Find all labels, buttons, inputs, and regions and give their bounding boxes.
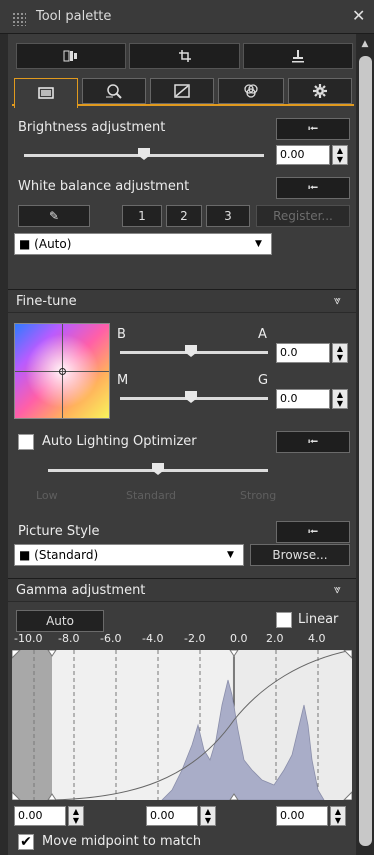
gamma-left-spinner[interactable]: ▲ ▼	[68, 806, 84, 826]
eyedropper-icon: ✎	[48, 209, 60, 223]
left-clip-region	[12, 650, 52, 800]
collapse-chevron-icon[interactable]: ⩔	[334, 582, 341, 597]
alo-reset-button[interactable]: ⭰	[276, 431, 350, 453]
stamp-icon	[292, 50, 304, 63]
scale-tick: -4.0	[142, 632, 164, 645]
lens-correction-icon	[106, 84, 122, 99]
gamma-right-value-field[interactable]: 0.00	[276, 806, 328, 826]
reset-arrow-icon: ⭰	[307, 434, 319, 450]
m-label: M	[117, 373, 129, 388]
a-label: A	[258, 327, 267, 342]
white-balance-select[interactable]: ■ (Auto) ▼	[14, 233, 272, 255]
move-midpoint-label: Move midpoint to match	[42, 834, 202, 849]
fine-tune-color-grid[interactable]	[14, 323, 110, 419]
title-bar[interactable]: Tool palette ✕	[0, 0, 374, 34]
reset-arrow-icon: ⭰	[307, 121, 319, 137]
white-balance-reset-button[interactable]: ⭰	[276, 177, 350, 199]
camera-icon: ■	[19, 237, 31, 251]
white-balance-label: White balance adjustment	[18, 179, 190, 194]
stamp-button[interactable]	[243, 43, 353, 69]
mg-spinner[interactable]: ▲ ▼	[332, 389, 348, 409]
scale-tick: -10.0	[14, 632, 43, 645]
compare-button[interactable]	[16, 43, 126, 69]
scale-tick: -6.0	[100, 632, 122, 645]
wb-preset-2-button[interactable]: 2	[166, 205, 202, 227]
collapse-chevron-icon[interactable]: ⩔	[334, 293, 341, 308]
basic-adjustment-icon	[38, 87, 54, 99]
gamma-auto-button[interactable]: Auto	[16, 610, 104, 632]
mg-value-field[interactable]: 0.0	[276, 389, 330, 409]
linear-label: Linear	[298, 612, 339, 627]
gamma-histogram[interactable]	[12, 650, 352, 800]
window-title: Tool palette	[36, 9, 112, 24]
tone-curve-icon	[174, 84, 190, 98]
linear-checkbox[interactable]	[276, 612, 292, 628]
brightness-value-field[interactable]: 0.00	[276, 145, 330, 165]
scale-tick: 4.0	[308, 632, 326, 645]
gamma-mid-spinner[interactable]: ▲ ▼	[200, 806, 216, 826]
white-balance-selected: (Auto)	[34, 237, 72, 251]
tab-basic-adjustment[interactable]	[14, 78, 78, 108]
picture-style-reset-button[interactable]: ⭰	[276, 521, 350, 543]
scale-tick: -8.0	[58, 632, 80, 645]
color-adjustment-icon	[244, 84, 258, 98]
move-midpoint-checkbox[interactable]: ✔	[18, 834, 34, 850]
wb-preset-1-button[interactable]: 1	[122, 205, 162, 227]
tab-lens-correction[interactable]	[82, 78, 146, 104]
picture-style-select[interactable]: ■ (Standard) ▼	[14, 544, 244, 566]
gamma-scale: -10.0 -8.0 -6.0 -4.0 -2.0 0.0 2.0 4.0	[12, 632, 352, 646]
alo-checkbox[interactable]	[18, 434, 34, 450]
tab-settings[interactable]	[288, 78, 352, 104]
browse-button[interactable]: Browse...	[250, 544, 350, 566]
alo-level-strong: Strong	[240, 489, 277, 502]
camera-icon: ■	[19, 548, 31, 562]
gamma-header[interactable]: Gamma adjustment ⩔	[8, 578, 356, 602]
chevron-down-icon: ▼	[227, 550, 234, 560]
white-balance-eyedropper-button[interactable]: ✎	[18, 205, 90, 227]
compare-icon	[63, 50, 77, 62]
brightness-label: Brightness adjustment	[18, 120, 166, 135]
alo-level-standard: Standard	[126, 489, 177, 502]
tab-tone-curve[interactable]	[150, 78, 214, 104]
fine-tune-header[interactable]: Fine-tune ⩔	[8, 289, 356, 313]
alo-label: Auto Lighting Optimizer	[42, 434, 197, 449]
gamma-right-spinner[interactable]: ▲ ▼	[330, 806, 346, 826]
ba-value-field[interactable]: 0.0	[276, 343, 330, 363]
reset-arrow-icon: ⭰	[307, 524, 319, 540]
scrollbar-thumb[interactable]	[359, 56, 372, 846]
gamma-left-value-field[interactable]: 0.00	[14, 806, 66, 826]
brightness-spinner[interactable]: ▲ ▼	[332, 145, 348, 165]
settings-gear-icon	[313, 84, 327, 98]
scale-tick: 2.0	[266, 632, 284, 645]
g-label: G	[258, 373, 269, 388]
ba-spinner[interactable]: ▲ ▼	[332, 343, 348, 363]
tab-color-adjustment[interactable]	[218, 78, 284, 104]
fine-tune-label: Fine-tune	[16, 294, 77, 309]
picture-style-selected: (Standard)	[34, 548, 99, 562]
wb-register-button[interactable]: Register...	[256, 205, 350, 227]
close-icon[interactable]: ✕	[352, 6, 365, 25]
alo-level-low: Low	[36, 489, 58, 502]
crop-icon	[178, 50, 191, 62]
drag-grip-icon[interactable]	[12, 12, 26, 26]
chevron-down-icon: ▼	[255, 239, 262, 249]
scale-tick: 0.0	[230, 632, 248, 645]
gamma-label: Gamma adjustment	[16, 583, 146, 598]
crop-button[interactable]	[129, 43, 240, 69]
gamma-mid-value-field[interactable]: 0.00	[146, 806, 198, 826]
color-grid-pointer[interactable]	[59, 368, 66, 375]
wb-preset-3-button[interactable]: 3	[206, 205, 250, 227]
scale-tick: -2.0	[184, 632, 206, 645]
scroll-up-arrow-icon[interactable]: ▲	[359, 38, 371, 50]
brightness-reset-button[interactable]: ⭰	[276, 118, 350, 140]
reset-arrow-icon: ⭰	[307, 180, 319, 196]
b-label: B	[117, 327, 126, 342]
picture-style-label: Picture Style	[18, 524, 100, 539]
